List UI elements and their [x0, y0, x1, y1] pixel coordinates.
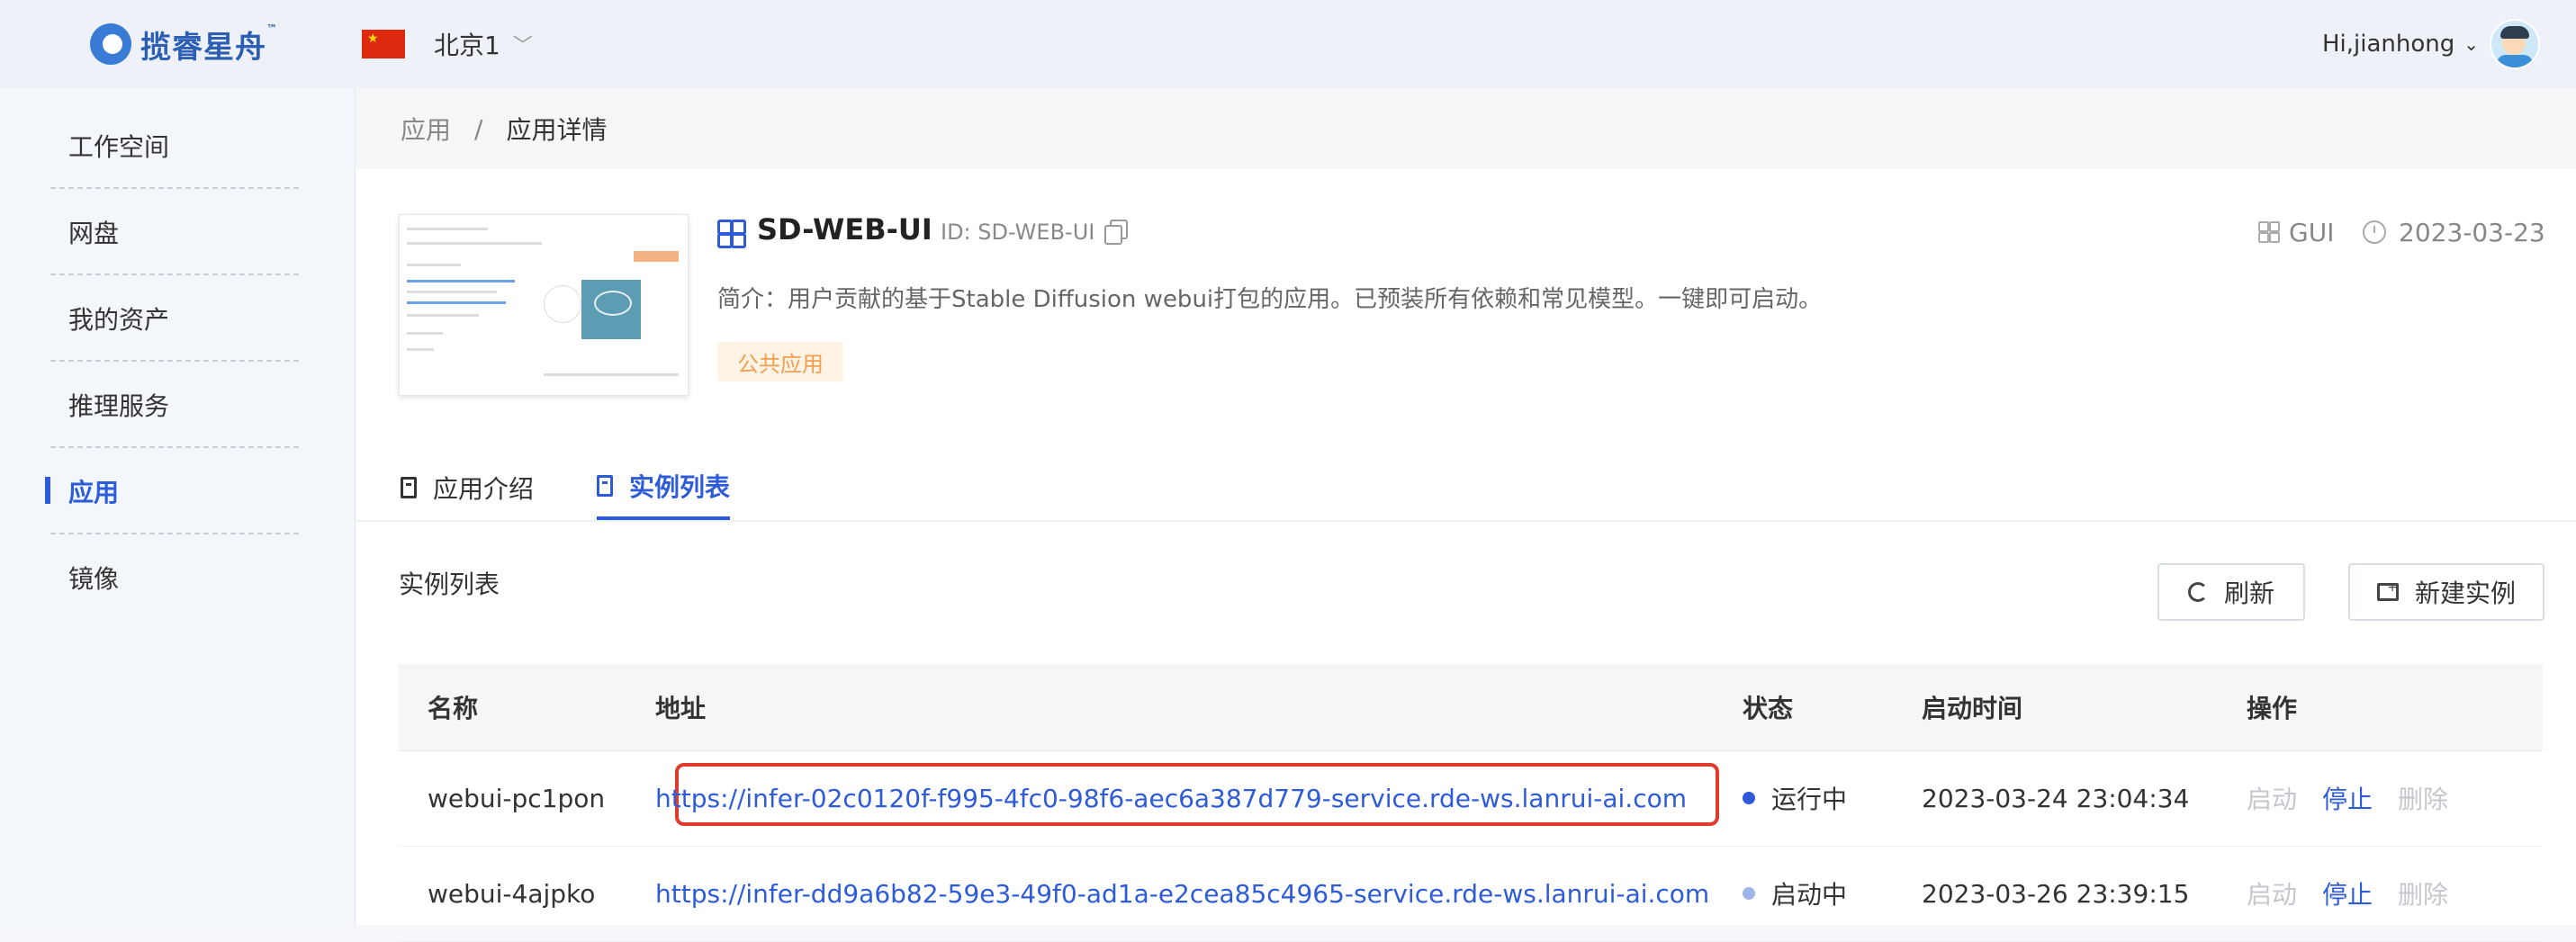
sidebar-item-inference[interactable]: 推理服务: [50, 363, 299, 448]
china-flag-icon: ★: [362, 30, 405, 58]
delete-button[interactable]: 删除: [2398, 875, 2448, 911]
column-header: 地址: [655, 694, 707, 723]
status-badge: 启动中: [1743, 846, 1847, 941]
app-id: ID: SD-WEB-UI: [941, 220, 1095, 245]
instance-list-title: 实例列表: [399, 570, 500, 599]
tab-instance-list[interactable]: 实例列表: [597, 455, 731, 520]
logo-icon: [90, 23, 131, 65]
breadcrumb: 应用 / 应用详情: [356, 88, 2576, 169]
refresh-button[interactable]: 刷新: [2157, 563, 2305, 621]
app-grid-icon: [717, 220, 746, 248]
avatar[interactable]: [2490, 19, 2540, 69]
table-row: webui-4ajpko https://infer-dd9a6b82-59e3…: [399, 846, 2543, 942]
instance-url-link[interactable]: https://infer-02c0120f-f995-4fc0-98f6-ae…: [655, 784, 1687, 813]
new-instance-button[interactable]: 新建实例: [2348, 563, 2544, 621]
column-header: 操作: [2247, 694, 2298, 723]
copy-icon[interactable]: [1104, 220, 1128, 245]
delete-button[interactable]: 删除: [2398, 780, 2448, 816]
brand-name: 揽睿星舟™: [140, 22, 278, 66]
instance-name: webui-pc1pon: [428, 783, 606, 813]
app-date: 2023-03-23: [2363, 216, 2545, 248]
file-icon: [597, 475, 613, 497]
app-name: SD-WEB-UI: [757, 212, 932, 247]
column-header: 状态: [1743, 694, 1794, 723]
start-button[interactable]: 启动: [2247, 780, 2297, 816]
brand-logo[interactable]: 揽睿星舟™: [90, 18, 278, 70]
document-icon: [401, 477, 417, 498]
refresh-icon: [2187, 582, 2208, 602]
stop-button[interactable]: 停止: [2322, 780, 2373, 816]
table-header: 名称 地址 状态 启动时间 操作: [399, 664, 2543, 751]
thumbnail-image: [581, 280, 641, 339]
top-bar: 揽睿星舟™ ★ 北京1 ﹀ Hi,jianhong ⌄: [0, 0, 2576, 89]
column-header: 启动时间: [1922, 694, 2023, 723]
sidebar-item-apps[interactable]: 应用: [50, 450, 299, 534]
sidebar-item-images[interactable]: 镜像: [50, 536, 299, 619]
instance-url-link[interactable]: https://infer-dd9a6b82-59e3-49f0-ad1a-e2…: [655, 879, 1709, 909]
start-time: 2023-03-24 23:04:34: [1922, 783, 2190, 813]
public-app-tag: 公共应用: [717, 342, 843, 381]
column-header: 名称: [428, 694, 479, 723]
app-thumbnail: [399, 214, 689, 396]
sidebar-item-netdisk[interactable]: 网盘: [50, 191, 299, 275]
breadcrumb-apps-link[interactable]: 应用: [401, 111, 451, 147]
sidebar: 工作空间 网盘 我的资产 推理服务 应用 镜像: [0, 88, 356, 925]
status-dot: [1743, 792, 1755, 804]
instance-name: webui-4ajpko: [428, 878, 596, 909]
app-description: 简介：用户贡献的基于Stable Diffusion webui打包的应用。已预…: [717, 286, 1823, 313]
sidebar-item-workspace[interactable]: 工作空间: [50, 104, 299, 189]
start-time: 2023-03-26 23:39:15: [1922, 878, 2190, 909]
user-menu[interactable]: Hi,jianhong ⌄: [2321, 19, 2540, 69]
sidebar-item-my-assets[interactable]: 我的资产: [50, 277, 299, 362]
tab-bar: 应用介绍 实例列表: [356, 455, 2576, 522]
table-row: webui-pc1pon https://infer-02c0120f-f995…: [399, 750, 2543, 847]
user-greeting: Hi,jianhong: [2321, 31, 2455, 58]
status-badge: 运行中: [1743, 750, 1847, 846]
main-content: 应用 / 应用详情 SD-WEB-UI ID: SD-WEB-UI GUI 20…: [356, 88, 2576, 942]
chevron-down-icon: ⌄: [2463, 33, 2479, 55]
chevron-down-icon: ﹀: [512, 35, 533, 58]
stop-button[interactable]: 停止: [2322, 875, 2373, 911]
breadcrumb-separator: /: [474, 113, 483, 144]
app-type: GUI: [2258, 216, 2334, 248]
region-selector[interactable]: ★ 北京1 ﹀: [362, 23, 533, 65]
grid-icon: [2258, 221, 2280, 243]
folder-add-icon: [2376, 580, 2399, 601]
breadcrumb-current: 应用详情: [506, 115, 608, 145]
region-name: 北京1: [434, 31, 500, 60]
clock-icon: [2363, 220, 2386, 244]
start-button[interactable]: 启动: [2247, 875, 2297, 911]
status-dot: [1743, 887, 1755, 900]
tab-app-intro[interactable]: 应用介绍: [401, 455, 534, 520]
